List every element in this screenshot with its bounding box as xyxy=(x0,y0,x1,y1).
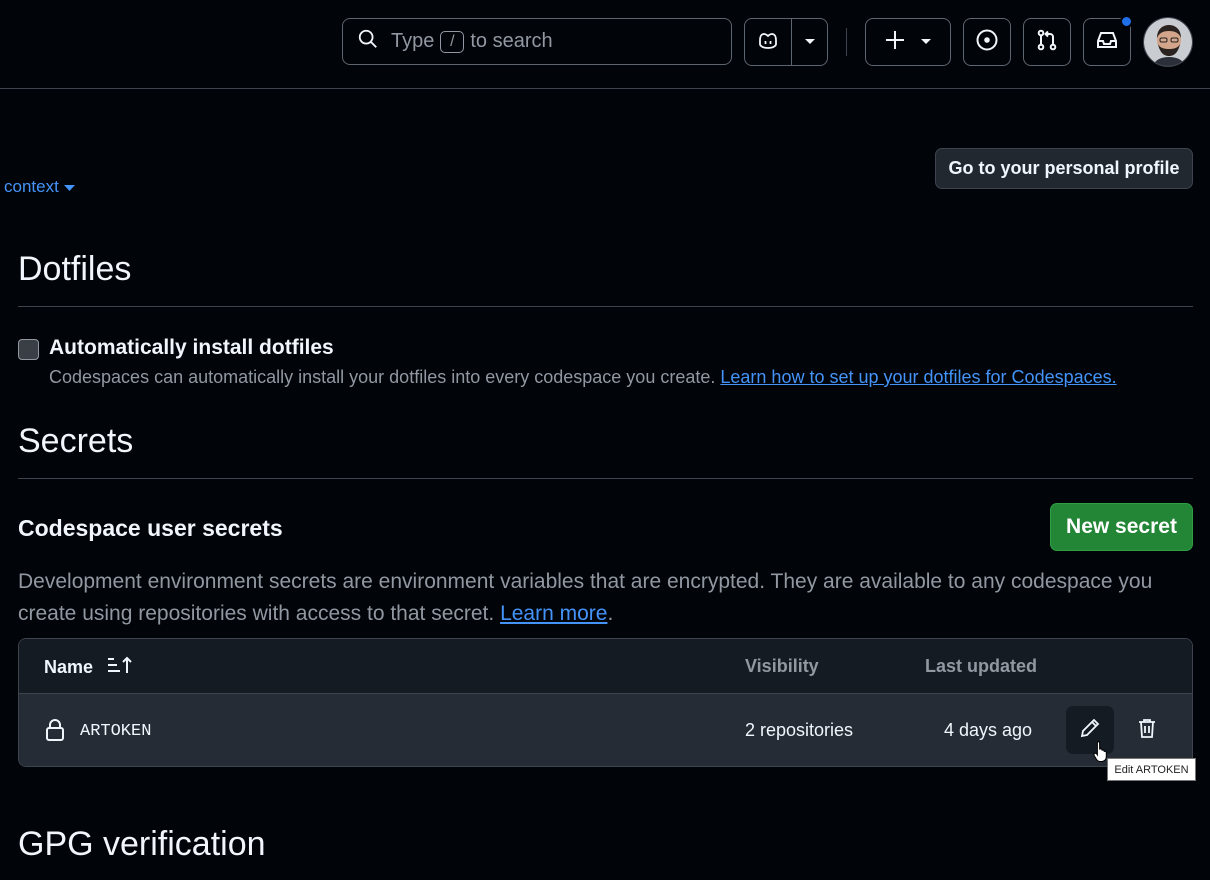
secrets-heading: Secrets xyxy=(18,422,134,460)
dotfiles-description: Codespaces can automatically install you… xyxy=(49,367,1117,387)
dotfiles-heading: Dotfiles xyxy=(18,250,132,288)
section-divider xyxy=(18,478,1193,479)
last-updated-column-header: Last updated xyxy=(925,656,1038,676)
header-divider xyxy=(846,28,847,56)
secret-visibility: 2 repositories xyxy=(745,720,854,740)
learn-more-link[interactable]: Learn more xyxy=(500,602,607,625)
checkbox-label: Automatically install dotfiles xyxy=(49,336,334,359)
dotfiles-help-link[interactable]: Learn how to set up your dotfiles for Co… xyxy=(720,367,1116,387)
search-input[interactable]: Type / to search xyxy=(342,18,732,65)
issues-button[interactable] xyxy=(963,18,1011,66)
copilot-button[interactable] xyxy=(745,19,793,65)
notification-indicator xyxy=(1120,15,1133,28)
plus-icon xyxy=(884,29,906,56)
trash-icon xyxy=(1136,717,1158,744)
new-secret-button[interactable]: New secret xyxy=(1050,503,1193,551)
search-icon xyxy=(357,28,379,55)
triangle-down-icon xyxy=(804,33,816,51)
codespace-secrets-heading: Codespace user secrets xyxy=(18,515,283,541)
secret-last-updated: 4 days ago xyxy=(944,720,1033,740)
search-placeholder: Type / to search xyxy=(391,30,553,53)
issue-opened-icon xyxy=(975,28,999,57)
section-divider xyxy=(18,306,1193,307)
gpg-verification-heading: GPG verification xyxy=(18,825,266,863)
copilot-menu-button[interactable] xyxy=(792,19,827,65)
table-row: ARTOKEN 2 repositories 4 days ago xyxy=(19,694,1192,766)
delete-secret-button[interactable] xyxy=(1123,706,1171,754)
triangle-down-icon xyxy=(63,177,75,197)
context-switcher[interactable]: context xyxy=(4,177,75,197)
visibility-column-header: Visibility xyxy=(745,656,819,676)
table-header: Name Visibility Last updated xyxy=(19,639,1192,694)
create-new-button[interactable] xyxy=(865,18,951,66)
search-shortcut-key: / xyxy=(440,30,465,53)
copilot-button-group xyxy=(744,18,828,66)
name-column-header[interactable]: Name xyxy=(44,656,133,679)
lock-icon xyxy=(45,718,65,747)
git-pull-request-icon xyxy=(1035,28,1059,57)
pull-requests-button[interactable] xyxy=(1023,18,1071,66)
inbox-icon xyxy=(1095,28,1119,57)
copilot-icon xyxy=(756,28,780,57)
personal-profile-button[interactable]: Go to your personal profile xyxy=(935,148,1193,189)
secret-name: ARTOKEN xyxy=(80,722,152,741)
secrets-description: Development environment secrets are envi… xyxy=(18,570,1153,625)
secrets-table: Name Visibility Last updated ARTOKEN 2 r… xyxy=(18,638,1193,767)
hand-pointer-cursor-icon xyxy=(1093,740,1109,767)
auto-install-dotfiles-checkbox[interactable] xyxy=(18,339,39,360)
triangle-down-icon xyxy=(920,33,932,51)
user-avatar[interactable] xyxy=(1143,17,1193,67)
sort-ascending-icon xyxy=(107,656,133,679)
top-header: Type / to search xyxy=(0,0,1210,89)
edit-tooltip: Edit ARTOKEN xyxy=(1107,758,1196,781)
